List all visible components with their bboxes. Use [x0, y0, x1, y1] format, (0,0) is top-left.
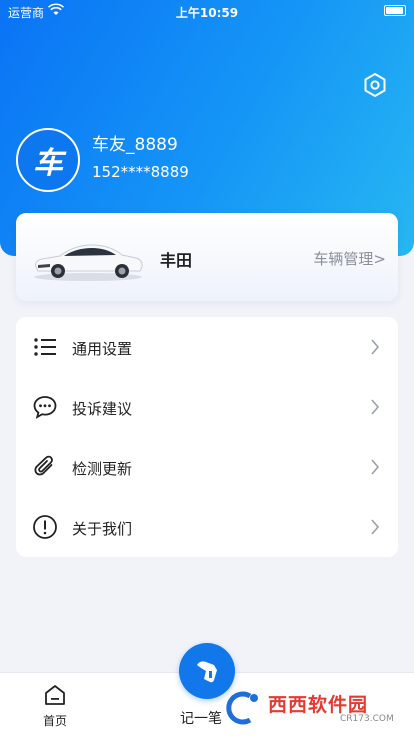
settings-menu: 通用设置 投诉建议 检测更新 关于我们: [16, 317, 398, 557]
chevron-right-icon: [371, 459, 380, 475]
watermark: 西西软件园 CR173.COM: [220, 688, 398, 728]
watermark-sub: CR173.COM: [340, 714, 394, 724]
phone-number: 152****8889: [92, 163, 189, 181]
menu-item-feedback[interactable]: 投诉建议: [16, 377, 398, 437]
watermark-text: 西西软件园: [268, 694, 369, 716]
watermark-logo-icon: [226, 691, 258, 725]
avatar-char: 车: [33, 146, 63, 181]
home-icon: [45, 685, 65, 705]
status-bar: 运营商 上午10:59: [0, 0, 414, 22]
tab-home-label: 首页: [42, 714, 67, 728]
battery-icon: [384, 5, 406, 16]
fuel-nozzle-icon: [197, 661, 217, 683]
menu-item-check-update[interactable]: 检测更新: [16, 437, 398, 497]
chevron-right-icon: [371, 339, 380, 355]
menu-item-general-settings[interactable]: 通用设置: [16, 317, 398, 377]
menu-item-label: 通用设置: [72, 340, 133, 358]
chevron-right-icon: [371, 519, 380, 535]
car-manage-link[interactable]: 车辆管理>: [313, 248, 386, 269]
info-icon: [33, 515, 57, 539]
car-name: 丰田: [160, 251, 193, 270]
avatar[interactable]: 车: [16, 128, 80, 192]
menu-item-label: 关于我们: [72, 520, 133, 538]
list-icon: [34, 338, 56, 356]
settings-hexagon-icon[interactable]: [362, 72, 388, 98]
car-card[interactable]: 丰田 车辆管理>: [16, 213, 398, 301]
paperclip-icon: [34, 455, 53, 476]
username: 车友_8889: [92, 135, 178, 155]
menu-item-about-us[interactable]: 关于我们: [16, 497, 398, 557]
chevron-right-icon: [371, 399, 380, 415]
tab-home[interactable]: 首页: [30, 682, 80, 732]
menu-item-label: 检测更新: [72, 460, 133, 478]
status-time: 上午10:59: [175, 6, 239, 20]
car-image: [34, 244, 143, 281]
menu-item-label: 投诉建议: [72, 400, 133, 418]
message-icon: [33, 396, 57, 419]
